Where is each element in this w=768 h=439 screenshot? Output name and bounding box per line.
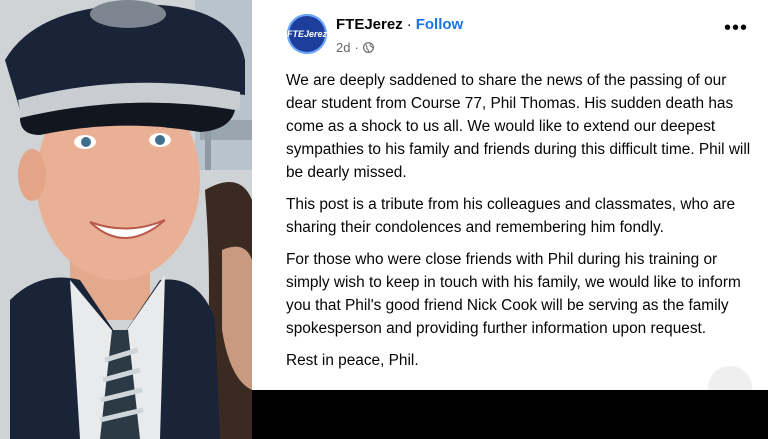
avatar-logo-text: FTEJerez (286, 29, 328, 39)
more-options-icon[interactable]: ••• (724, 18, 748, 38)
post-paragraph-1: We are deeply saddened to share the news… (286, 72, 751, 181)
globe-icon (362, 42, 374, 53)
author-name[interactable]: FTEJerez (336, 16, 403, 33)
page-avatar[interactable]: FTEJerez (287, 14, 327, 54)
post-paragraph-2: This post is a tribute from his colleagu… (286, 196, 736, 236)
post-header: FTEJerez · Follow (336, 16, 463, 34)
post-time[interactable]: 2d (336, 40, 350, 55)
meta-separator: · (354, 40, 359, 55)
facebook-post: FTEJerez FTEJerez · Follow 2d · ••• We are… (252, 0, 768, 410)
bottom-black-bar (252, 390, 768, 439)
follow-button[interactable]: Follow (416, 16, 464, 33)
post-paragraph-4: Rest in peace, Phil. (286, 352, 419, 369)
post-body: We are deeply saddened to share the news… (286, 69, 756, 381)
header-separator: · (406, 16, 412, 33)
pilot-photo-illustration (0, 0, 252, 439)
profile-photo (0, 0, 252, 439)
post-meta: 2d · (336, 40, 374, 55)
post-paragraph-3: For those who were close friends with Ph… (286, 251, 741, 337)
